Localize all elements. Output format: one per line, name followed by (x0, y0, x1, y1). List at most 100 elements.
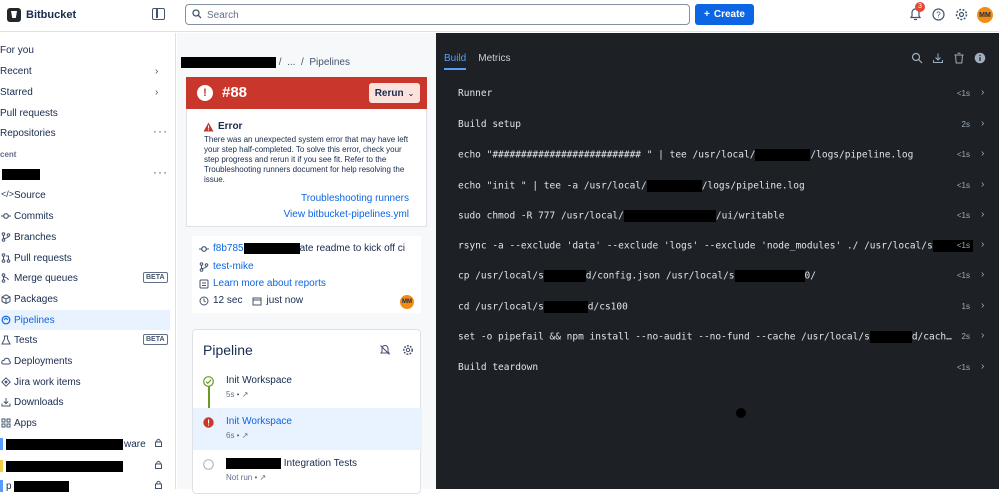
log-command-text: sudo chmod -R 777 /usr/local/ (458, 210, 624, 222)
sidebar-item-label: Merge queues (14, 273, 78, 284)
commit-hash-link[interactable]: f8b785 (213, 243, 244, 254)
sidebar-item-jira-work-items[interactable]: Jira work items (0, 372, 170, 392)
sidebar-item-label: Branches (14, 232, 57, 243)
log-step-duration: 1s (961, 302, 970, 311)
brand-name[interactable]: Bitbucket (26, 9, 76, 21)
log-command: cd /usr/local/s d/cs100 (458, 301, 628, 313)
log-command: cp /usr/local/s d/config.json /usr/local/… (458, 270, 816, 282)
sidebar-item-starred[interactable]: Starred › (0, 82, 170, 102)
sidebar-item-commits[interactable]: Commits (0, 206, 170, 226)
tab-metrics[interactable]: Metrics (478, 53, 510, 70)
sidebar-repo-item[interactable]: p (0, 476, 170, 496)
tab-build[interactable]: Build (444, 53, 467, 70)
log-step-duration: 2s (961, 120, 970, 129)
sidebar-item-pull-requests[interactable]: Pull requests (0, 248, 170, 268)
commit-icon (199, 245, 209, 252)
log-command-text: cp /usr/local/s (458, 270, 544, 282)
troubleshooting-runners-link[interactable]: Troubleshooting runners (301, 193, 409, 204)
log-step-row[interactable]: Build setup 2s › (436, 110, 999, 136)
branch-link[interactable]: test-mike (213, 261, 254, 272)
user-avatar[interactable]: MM (977, 7, 993, 23)
view-pipelines-yml-link[interactable]: View bitbucket-pipelines.yml (284, 209, 409, 220)
merge-queue-icon (1, 273, 9, 283)
sidebar-item-merge-queues[interactable]: Merge queues BETA (0, 268, 170, 288)
chevron-right-icon: › (981, 118, 985, 129)
search-input[interactable]: Search (185, 4, 690, 25)
breadcrumb-current[interactable]: Pipelines (309, 57, 350, 68)
learn-more-reports-link[interactable]: Learn more about reports (213, 278, 326, 289)
sidebar-item-pull-requests-global[interactable]: Pull requests (0, 103, 170, 123)
create-button[interactable]: + Create (695, 4, 754, 25)
sidebar-item-recent[interactable]: Recent › (0, 61, 170, 81)
log-step-row[interactable]: rsync -a --exclude 'data' --exclude 'log… (436, 231, 999, 257)
build-number: #88 (222, 84, 248, 101)
sidebar-item-label: Tests (14, 335, 38, 346)
error-status-icon (203, 417, 214, 428)
chevron-right-icon: › (981, 361, 985, 372)
redacted-breadcrumb-workspace[interactable] (181, 57, 276, 68)
bitbucket-logo-icon[interactable] (7, 8, 21, 22)
log-step-row[interactable]: cd /usr/local/s d/cs100 1s › (436, 292, 999, 318)
jira-icon (1, 377, 11, 387)
sidebar-item-tests[interactable]: Tests BETA (0, 330, 170, 350)
settings-gear-icon[interactable] (954, 7, 969, 22)
breadcrumb-separator: / (278, 57, 282, 69)
top-navigation-bar: Bitbucket Search + Create 3 ? MM (0, 0, 999, 32)
sidebar-item-branches[interactable]: Branches (0, 227, 170, 247)
log-step-row[interactable]: sudo chmod -R 777 /usr/local/ /ui/writabl… (436, 201, 999, 227)
sidebar-item-label: Packages (14, 294, 58, 305)
sidebar-item-for-you[interactable]: For you (0, 40, 170, 60)
deployments-cloud-icon (1, 357, 11, 365)
log-command-text: Runner (458, 88, 493, 99)
breadcrumb-ellipsis[interactable]: ... (287, 57, 295, 68)
more-options-icon[interactable]: ··· (153, 165, 168, 179)
pipeline-step[interactable]: Init Workspace 5s • ↗ (193, 367, 422, 409)
notifications-off-icon[interactable] (379, 344, 391, 356)
log-step-duration: <1s (956, 89, 970, 98)
log-command-text: Build setup (458, 119, 521, 130)
redacted-path (623, 210, 716, 222)
log-step-row[interactable]: echo "########################## " | tee… (436, 140, 999, 166)
log-step-row[interactable]: Runner <1s › (436, 79, 999, 105)
delete-trash-icon[interactable] (953, 52, 965, 64)
sidebar-item-deployments[interactable]: Deployments (0, 351, 170, 371)
sidebar-collapse-icon[interactable] (152, 8, 165, 20)
sidebar-item-apps[interactable]: Apps (0, 413, 170, 433)
sidebar-item-label: Jira work items (14, 377, 81, 388)
sidebar-repo-item[interactable] (0, 456, 170, 476)
sidebar-item-downloads[interactable]: Downloads (0, 392, 170, 412)
sidebar-item-packages[interactable]: Packages (0, 289, 170, 309)
log-step-row[interactable]: cp /usr/local/s d/config.json /usr/local/… (436, 261, 999, 287)
redacted-repo-name (6, 461, 123, 472)
sidebar-repo-item[interactable]: ware (0, 434, 170, 454)
log-step-duration: <1s (956, 181, 970, 190)
breadcrumb-separator: / (301, 57, 304, 69)
download-log-icon[interactable] (932, 52, 944, 64)
redacted-path (543, 301, 588, 313)
sidebar-item-source[interactable]: </> Source (0, 185, 170, 205)
more-options-icon[interactable]: ··· (153, 124, 168, 138)
redacted-repo-name (2, 169, 40, 180)
log-step-row[interactable]: set -o pipefail && npm install --no-audi… (436, 322, 999, 348)
log-command-text: cd /usr/local/s (458, 301, 544, 313)
pipeline-step[interactable]: Integration Tests Not run • ↗ (193, 450, 422, 492)
mouse-cursor-indicator (736, 408, 746, 418)
log-command: Build teardown (458, 362, 538, 373)
sidebar-item-repositories[interactable]: Repositories ··· (0, 123, 170, 143)
log-step-row[interactable]: Build teardown <1s › (436, 353, 999, 379)
sidebar-current-repo[interactable]: ··· (0, 164, 170, 184)
rerun-button[interactable]: Rerun ⌄ (369, 83, 420, 103)
commit-message: ate readme to kick off ci (299, 243, 406, 254)
log-step-row[interactable]: echo "init " | tee -a /usr/local/ /logs/p… (436, 171, 999, 197)
pipeline-step-selected[interactable]: Init Workspace 6s • ↗ (193, 408, 422, 450)
sidebar-item-label: Commits (14, 211, 54, 222)
help-icon[interactable]: ? (931, 7, 946, 22)
log-step-duration: <1s (956, 241, 970, 250)
search-icon[interactable] (911, 52, 923, 64)
sidebar-item-pipelines[interactable]: Pipelines (0, 310, 170, 330)
author-avatar[interactable]: MM (400, 295, 414, 309)
settings-gear-icon[interactable] (402, 344, 414, 356)
info-icon[interactable] (974, 52, 986, 64)
redacted-path (646, 180, 702, 192)
chevron-right-icon: › (981, 300, 985, 311)
